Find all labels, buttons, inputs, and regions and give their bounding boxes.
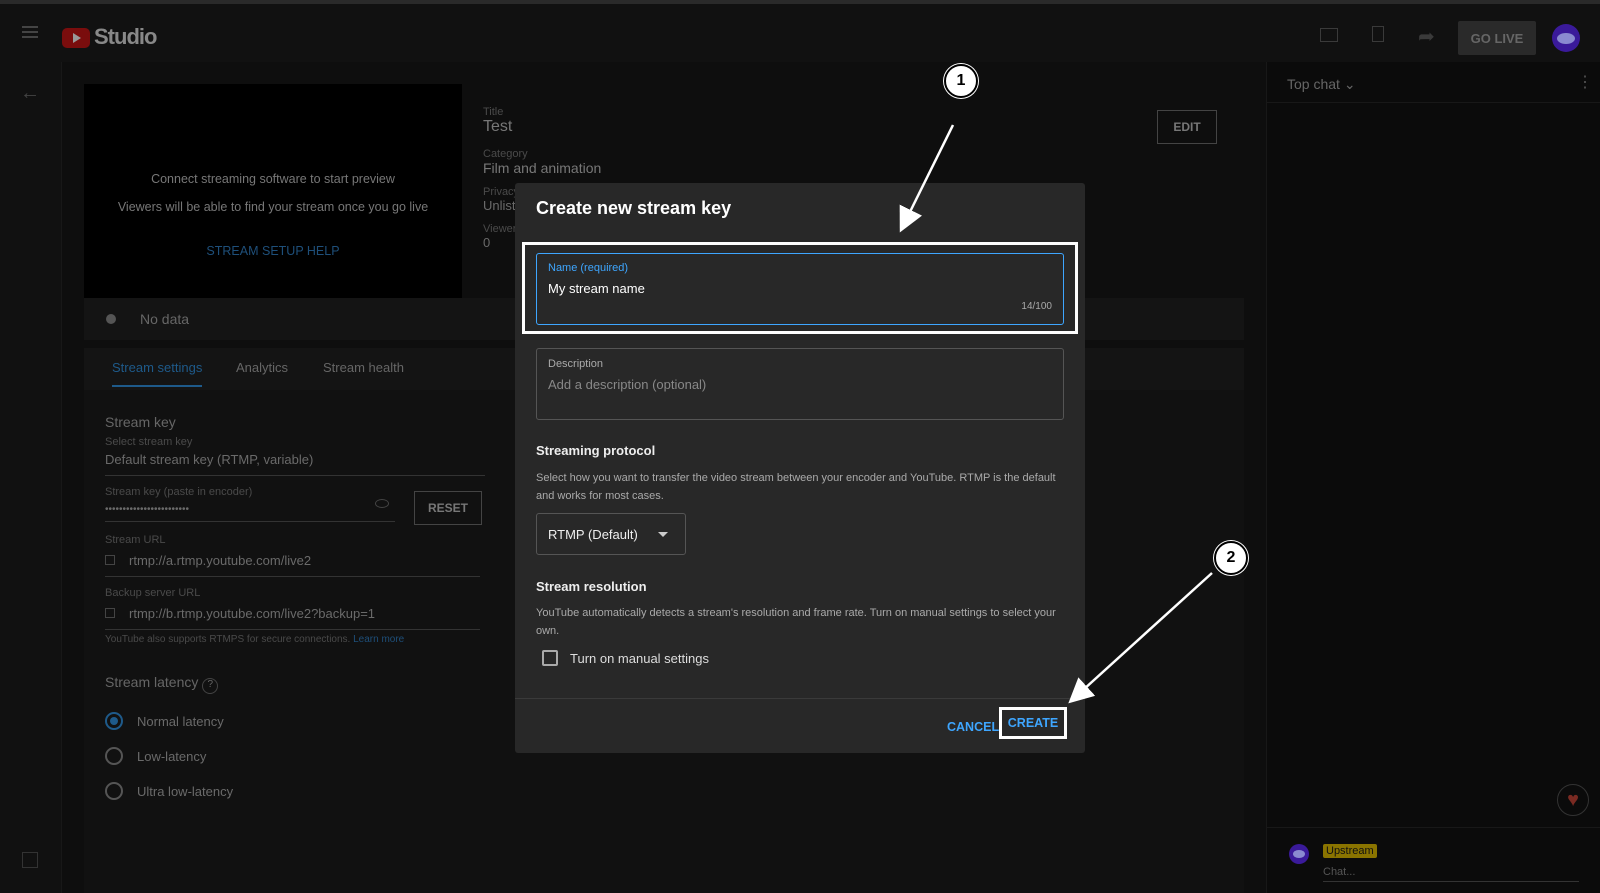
annotation-marker-1: 1 [944,64,978,98]
annotation-arrows [899,124,1213,704]
arrow-1 [899,124,955,233]
arrow-2 [1068,572,1213,704]
annotation-marker-2: 2 [1214,541,1248,575]
